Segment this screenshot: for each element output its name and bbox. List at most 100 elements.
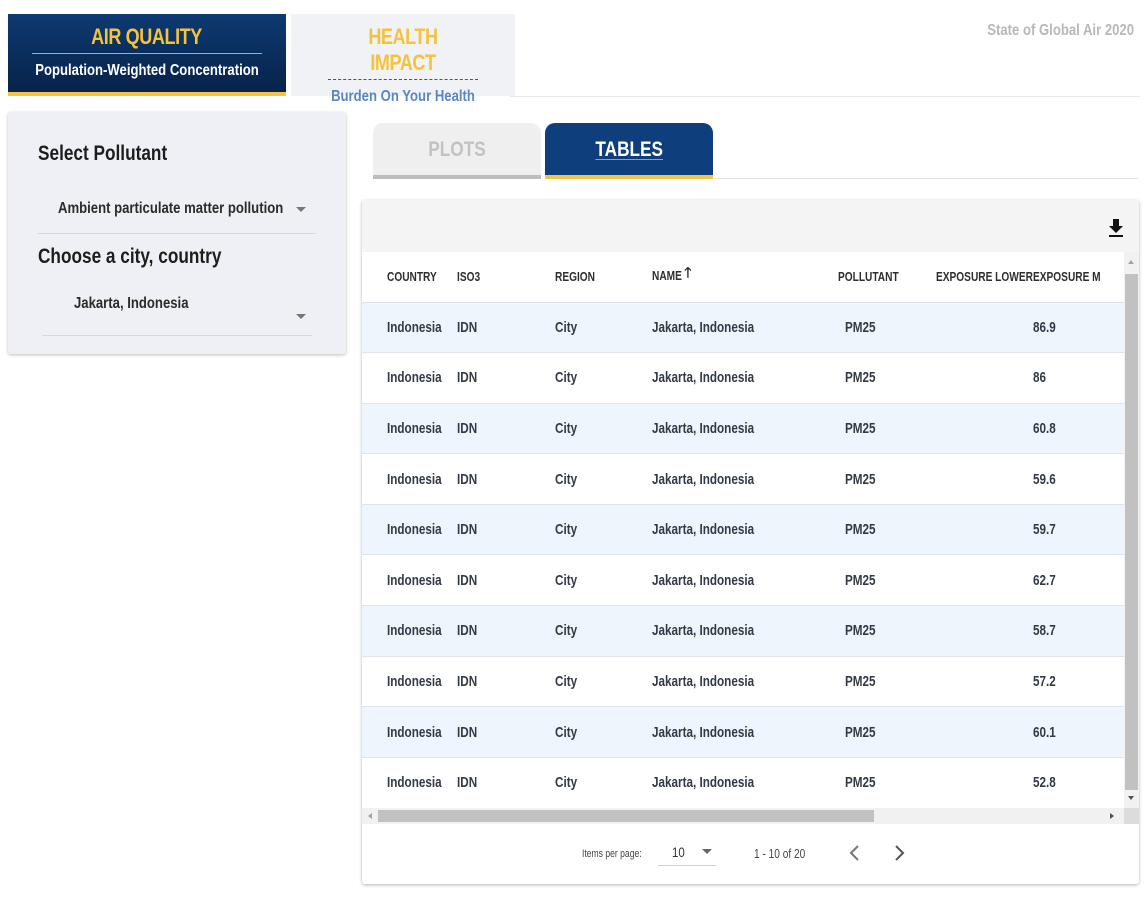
cell-pollutant: PM25 bbox=[838, 757, 936, 808]
cell-iso3-text: IDN bbox=[457, 318, 478, 336]
download-icon[interactable] bbox=[1107, 218, 1125, 238]
table-row[interactable]: Indonesia IDN City Jakarta, Indonesia PM25 52… bbox=[362, 757, 1124, 808]
cell-pollutant-text: PM25 bbox=[845, 774, 876, 792]
caret-down-icon bbox=[702, 849, 712, 854]
pollutant-select[interactable]: Ambient particulate matter pollution bbox=[38, 192, 316, 234]
cell-pollutant: PM25 bbox=[838, 302, 936, 353]
cell-exposure-mean-text: 59.6 bbox=[1033, 470, 1056, 488]
tab-health-impact-title: HEALTH IMPACT bbox=[368, 24, 438, 75]
paginator: Items per page: 10 1 - 10 of 20 bbox=[362, 824, 1139, 884]
cell-pollutant-text: PM25 bbox=[845, 571, 876, 589]
horizontal-scrollbar[interactable] bbox=[362, 808, 1124, 824]
cell-region: City bbox=[555, 403, 652, 454]
cell-country-text: Indonesia bbox=[387, 774, 442, 792]
column-header-region[interactable]: REGION bbox=[555, 252, 652, 302]
column-header-label: REGION bbox=[555, 269, 596, 285]
cell-pollutant: PM25 bbox=[838, 707, 936, 758]
cell-pollutant: PM25 bbox=[838, 353, 936, 404]
cell-country-text: Indonesia bbox=[387, 723, 442, 741]
cell-name: Jakarta, Indonesia bbox=[652, 454, 838, 505]
items-per-page-select[interactable]: 10 bbox=[658, 842, 716, 866]
cell-iso3-text: IDN bbox=[457, 369, 478, 387]
table-row[interactable]: Indonesia IDN City Jakarta, Indonesia PM25 59… bbox=[362, 504, 1124, 555]
section-nav: AIR QUALITY Population-Weighted Concentr… bbox=[8, 14, 515, 105]
table-toolbar bbox=[362, 200, 1139, 252]
caret-down-icon bbox=[296, 207, 306, 212]
table-row[interactable]: Indonesia IDN City Jakarta, Indonesia PM25 58… bbox=[362, 605, 1124, 657]
items-per-page-label: Items per page: bbox=[582, 848, 642, 860]
cell-exposure-mean-text: 57.2 bbox=[1033, 672, 1056, 690]
cell-exposure-mean: 58.7 bbox=[1033, 606, 1124, 657]
cell-name-text: Jakarta, Indonesia bbox=[652, 419, 755, 437]
cell-region: City bbox=[555, 757, 652, 808]
column-header-label: EXPOSURE M bbox=[1033, 269, 1101, 285]
cell-pollutant-text: PM25 bbox=[845, 369, 876, 387]
table-row[interactable]: Indonesia IDN City Jakarta, Indonesia PM25 62… bbox=[362, 554, 1124, 606]
cell-country: Indonesia bbox=[362, 555, 457, 606]
cell-name: Jakarta, Indonesia bbox=[652, 555, 838, 606]
tab-health-impact-subtitle: Burden On Your Health bbox=[331, 88, 475, 105]
cell-name-text: Jakarta, Indonesia bbox=[652, 622, 755, 640]
cell-exposure-lower bbox=[936, 656, 1033, 707]
table-row[interactable]: Indonesia IDN City Jakarta, Indonesia PM25 86 bbox=[362, 352, 1124, 404]
cell-pollutant-text: PM25 bbox=[845, 419, 876, 437]
cell-country-text: Indonesia bbox=[387, 571, 442, 589]
cell-country: Indonesia bbox=[362, 504, 457, 555]
tab-health-impact[interactable]: HEALTH IMPACT Burden On Your Health bbox=[291, 14, 515, 105]
column-header-name[interactable]: NAME 🡑 bbox=[652, 252, 838, 302]
cell-pollutant: PM25 bbox=[838, 606, 936, 657]
cell-country-text: Indonesia bbox=[387, 470, 442, 488]
cell-pollutant: PM25 bbox=[838, 454, 936, 505]
cell-name-text: Jakarta, Indonesia bbox=[652, 318, 755, 336]
table-body: Indonesia IDN City Jakarta, Indonesia PM25 86… bbox=[362, 302, 1124, 808]
cell-iso3: IDN bbox=[457, 403, 555, 454]
location-select[interactable]: Jakarta, Indonesia bbox=[42, 288, 312, 336]
cell-exposure-lower bbox=[936, 504, 1033, 555]
cell-exposure-mean: 60.1 bbox=[1033, 707, 1124, 758]
cell-name: Jakarta, Indonesia bbox=[652, 757, 838, 808]
cell-country-text: Indonesia bbox=[387, 622, 442, 640]
cell-exposure-mean: 86 bbox=[1033, 353, 1124, 404]
column-header-iso3[interactable]: ISO3 bbox=[457, 252, 555, 302]
cell-exposure-mean: 59.6 bbox=[1033, 454, 1124, 505]
column-header-exposure-lower[interactable]: EXPOSURE LOWER bbox=[936, 252, 1033, 302]
scroll-down-icon[interactable] bbox=[1128, 796, 1134, 800]
scroll-up-icon[interactable] bbox=[1128, 260, 1134, 264]
cell-country-text: Indonesia bbox=[387, 419, 442, 437]
cell-region-text: City bbox=[555, 723, 578, 741]
horizontal-scroll-thumb[interactable] bbox=[378, 810, 874, 822]
chevron-right-icon[interactable] bbox=[885, 838, 913, 868]
cell-exposure-mean-text: 86.9 bbox=[1033, 318, 1056, 336]
column-header-pollutant[interactable]: POLLUTANT bbox=[838, 252, 936, 302]
tab-air-quality-title: AIR QUALITY bbox=[91, 24, 203, 49]
chevron-left-icon[interactable] bbox=[841, 838, 869, 868]
tab-tables[interactable]: TABLES bbox=[545, 123, 713, 179]
cell-name-text: Jakarta, Indonesia bbox=[652, 369, 755, 387]
cell-exposure-mean-text: 60.1 bbox=[1033, 723, 1056, 741]
cell-iso3: IDN bbox=[457, 454, 555, 505]
scroll-left-icon[interactable] bbox=[368, 813, 372, 819]
table-row[interactable]: Indonesia IDN City Jakarta, Indonesia PM25 60… bbox=[362, 706, 1124, 758]
column-header-country[interactable]: COUNTRY bbox=[362, 252, 457, 302]
table-row[interactable]: Indonesia IDN City Jakarta, Indonesia PM25 60… bbox=[362, 403, 1124, 454]
vertical-scrollbar[interactable] bbox=[1124, 252, 1139, 808]
header-divider bbox=[510, 96, 1140, 97]
tab-plots[interactable]: PLOTS bbox=[373, 123, 541, 179]
scroll-right-icon[interactable] bbox=[1110, 813, 1114, 819]
cell-iso3-text: IDN bbox=[457, 521, 478, 539]
cell-exposure-mean: 52.8 bbox=[1033, 757, 1124, 808]
table-row[interactable]: Indonesia IDN City Jakarta, Indonesia PM25 57… bbox=[362, 656, 1124, 707]
cell-iso3-text: IDN bbox=[457, 571, 478, 589]
column-header-exposure-mean[interactable]: EXPOSURE M bbox=[1033, 252, 1124, 302]
tab-air-quality[interactable]: AIR QUALITY Population-Weighted Concentr… bbox=[8, 14, 286, 96]
cell-region: City bbox=[555, 555, 652, 606]
cell-exposure-mean: 86.9 bbox=[1033, 302, 1124, 353]
cell-iso3: IDN bbox=[457, 757, 555, 808]
cell-region-text: City bbox=[555, 419, 578, 437]
vertical-scroll-thumb[interactable] bbox=[1125, 274, 1138, 790]
cell-pollutant: PM25 bbox=[838, 656, 936, 707]
table-row[interactable]: Indonesia IDN City Jakarta, Indonesia PM25 59… bbox=[362, 453, 1124, 505]
table-header-row: COUNTRY ISO3 REGION NAME 🡑 POLLUTANT EXPO… bbox=[362, 252, 1124, 302]
cell-region-text: City bbox=[555, 369, 578, 387]
table-row[interactable]: Indonesia IDN City Jakarta, Indonesia PM25 86… bbox=[362, 302, 1124, 353]
